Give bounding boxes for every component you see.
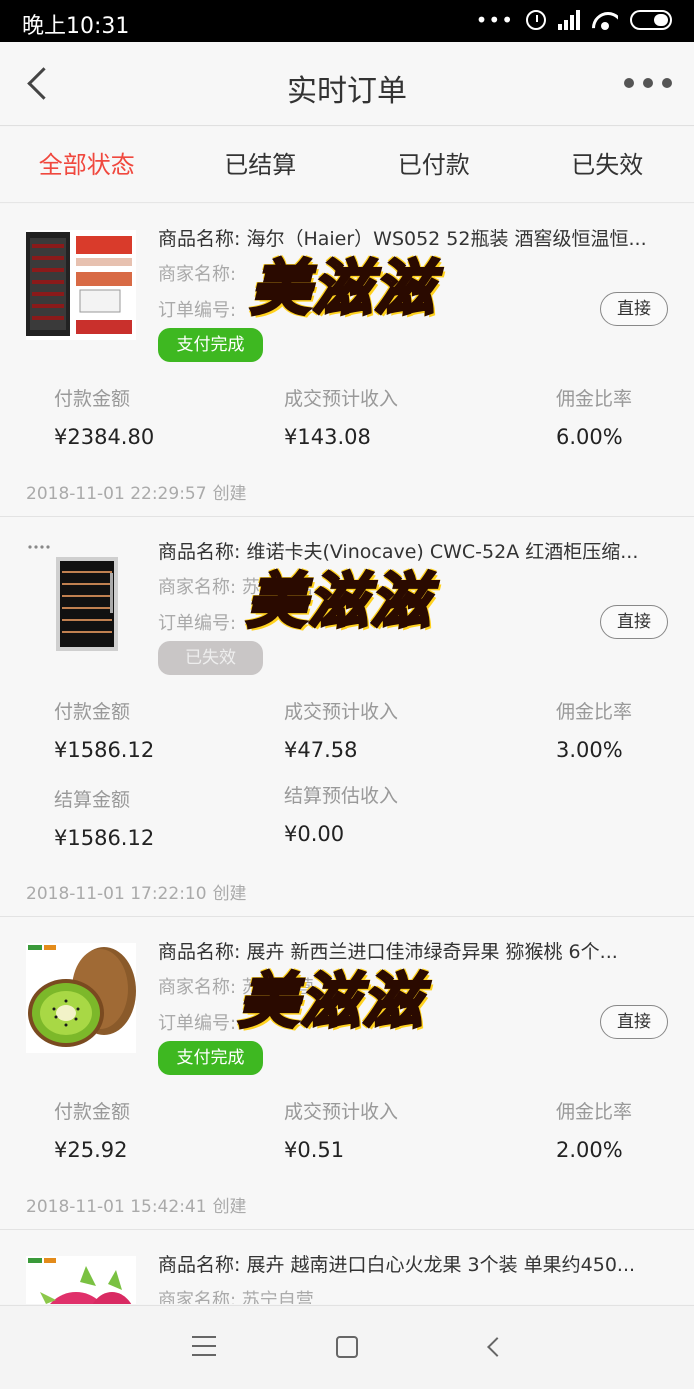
created-timestamp: 2018-11-01 17:22:10 [26,884,207,904]
more-dot-icon [643,78,653,88]
metric-settle-est-income: 结算预估收入 ¥0.00 [284,781,398,846]
direct-button[interactable]: 直接 [600,292,668,326]
watermark-overlay: 美滋滋 [237,966,424,1039]
metric-label: 付款金额 [54,701,131,723]
more-dot-icon [662,78,672,88]
metric-value: ¥0.51 [284,1138,345,1162]
status-badge: 已失效 [158,641,263,675]
metric-pay-amount: 付款金额 ¥2384.80 [54,384,154,449]
nav-bar: 实时订单 [0,42,694,126]
created-time: 2018-11-01 22:29:57 创建 [26,479,247,504]
more-notifications-icon: ••• [475,8,514,32]
created-time: 2018-11-01 17:22:10 创建 [26,879,247,904]
created-timestamp: 2018-11-01 22:29:57 [26,484,207,504]
product-thumbnail-wine-cabinet [26,230,136,340]
metric-label: 佣金比率 [556,1101,633,1123]
metric-value: 3.00% [556,738,623,762]
created-time: 2018-11-01 15:42:41 创建 [26,1192,247,1217]
status-time: 晚上10:31 [22,14,130,39]
order-card[interactable]: 商品名称: 展卉 新西兰进口佳沛绿奇异果 猕猴桃 6个... 商家名称: 苏宁自… [0,917,694,1230]
metric-value: ¥1586.12 [54,826,155,850]
product-thumbnail-kiwi [26,943,136,1053]
product-thumbnail-wine-fridge [26,543,136,653]
metric-est-income: 成交预计收入 ¥47.58 [284,697,398,762]
metric-pay-amount: 付款金额 ¥1586.12 [54,697,154,762]
order-card[interactable]: 商品名称: 展卉 越南进口白心火龙果 3个装 单果约450... 商家名称: 苏… [0,1230,694,1304]
created-timestamp: 2018-11-01 15:42:41 [26,1197,207,1217]
watermark-overlay: 美滋滋 [245,566,432,639]
order-card[interactable]: 商品名称: 海尔（Haier）WS052 52瓶装 酒窖级恒温恒... 商家名称… [0,204,694,517]
metric-label: 结算金额 [54,789,131,811]
status-badge: 支付完成 [158,1041,263,1075]
metric-label: 成交预计收入 [284,701,399,723]
metric-pay-amount: 付款金额 ¥25.92 [54,1097,130,1162]
metric-value: ¥47.58 [284,738,358,762]
metric-commission-rate: 佣金比率 6.00% [556,384,632,449]
metric-value: ¥25.92 [54,1138,128,1162]
metric-est-income: 成交预计收入 ¥0.51 [284,1097,398,1162]
status-tabs: 全部状态 已结算 已付款 已失效 [0,127,694,203]
metric-value: ¥1586.12 [54,738,155,762]
status-badge: 支付完成 [158,328,263,362]
direct-button[interactable]: 直接 [600,605,668,639]
metric-value: ¥143.08 [284,425,371,449]
back-icon[interactable] [484,1338,502,1356]
merchant-name: 商家名称: [158,264,237,285]
alarm-icon [526,10,546,30]
metric-value: 6.00% [556,425,623,449]
signal-icon [558,10,580,30]
metric-label: 佣金比率 [556,701,633,723]
order-card[interactable]: 商品名称: 维诺卡夫(Vinocave) CWC-52A 红酒柜压缩... 商家… [0,517,694,917]
wifi-icon [592,10,618,30]
tab-settled[interactable]: 已结算 [174,127,348,202]
metric-label: 付款金额 [54,1101,131,1123]
product-name: 商品名称: 展卉 越南进口白心火龙果 3个装 单果约450... [158,1254,636,1276]
status-bar: 晚上10:31 ••• [0,0,694,42]
order-number: 订单编号: [158,300,237,321]
metric-commission-rate: 佣金比率 2.00% [556,1097,632,1162]
order-number: 订单编号: [158,1013,237,1034]
metric-est-income: 成交预计收入 ¥143.08 [284,384,398,449]
metric-label: 结算预估收入 [284,785,399,807]
system-nav-bar [0,1305,694,1389]
watermark-overlay: 美滋滋 [249,253,436,326]
tab-invalid[interactable]: 已失效 [521,127,694,202]
metric-settle-amount: 结算金额 ¥1586.12 [54,785,154,850]
direct-button[interactable]: 直接 [600,1005,668,1039]
metric-label: 付款金额 [54,388,131,410]
created-word: 创建 [212,484,247,504]
metric-value: ¥0.00 [284,822,345,846]
status-icons: ••• [476,8,672,32]
menu-icon[interactable] [192,1336,216,1358]
home-icon[interactable] [336,1336,358,1358]
metric-commission-rate: 佣金比率 3.00% [556,697,632,762]
more-options-button[interactable] [624,78,672,88]
tab-paid[interactable]: 已付款 [347,127,521,202]
metric-label: 佣金比率 [556,388,633,410]
metric-value: ¥2384.80 [54,425,155,449]
merchant-name: 商家名称: 苏宁自营 [158,1290,314,1304]
metric-label: 成交预计收入 [284,1101,399,1123]
order-number: 订单编号: [158,613,237,634]
page-title: 实时订单 [287,74,407,109]
created-word: 创建 [212,1197,247,1217]
created-word: 创建 [212,884,247,904]
metric-label: 成交预计收入 [284,388,399,410]
product-thumbnail-dragon-fruit [26,1256,136,1304]
metric-value: 2.00% [556,1138,623,1162]
more-dot-icon [624,78,634,88]
tab-all-status[interactable]: 全部状态 [0,127,174,202]
order-list[interactable]: 商品名称: 海尔（Haier）WS052 52瓶装 酒窖级恒温恒... 商家名称… [0,204,694,1304]
battery-icon [630,10,672,30]
